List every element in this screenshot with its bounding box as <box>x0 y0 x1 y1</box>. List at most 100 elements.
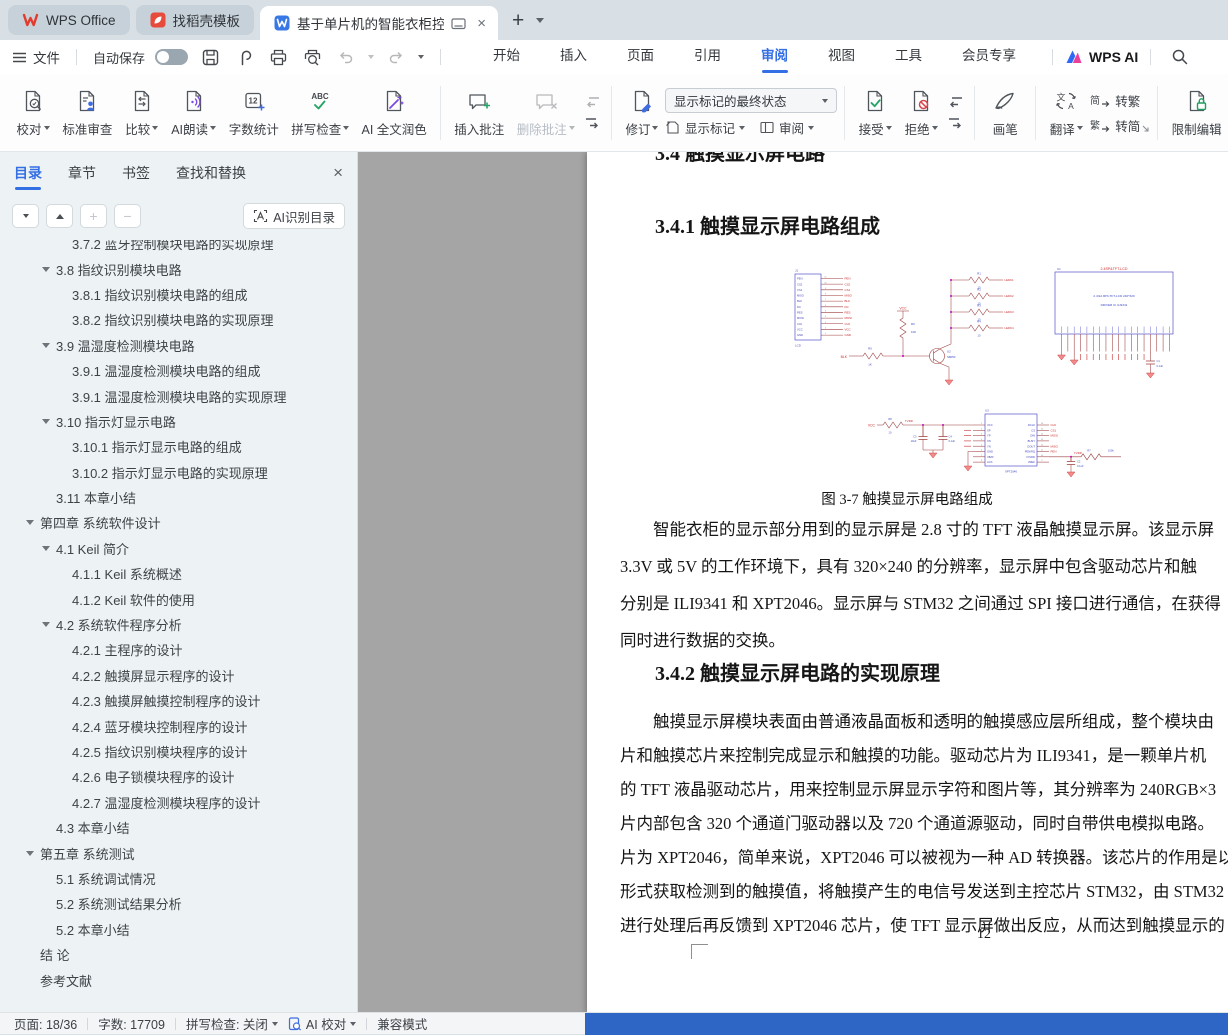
status-page-indicator[interactable]: 页面: 18/36 <box>14 1014 77 1033</box>
save-button[interactable] <box>198 45 222 69</box>
toc-item[interactable]: 5.1 系统调试情况 <box>0 866 357 891</box>
print-preview-button[interactable] <box>300 45 324 69</box>
undo-button[interactable] <box>334 45 358 69</box>
undo-chevron-icon[interactable] <box>368 55 374 59</box>
accept-button[interactable]: 接受 <box>852 84 898 142</box>
translate-button[interactable]: 文A 翻译 <box>1043 84 1089 142</box>
toc-item[interactable]: 5.2 系统测试结果分析 <box>0 891 357 916</box>
toc-item[interactable]: 4.2.7 温湿度检测模块程序的设计 <box>0 790 357 815</box>
delete-comment-button[interactable]: 删除批注 <box>511 84 581 142</box>
zoom-out-button[interactable]: − <box>114 204 141 228</box>
toc-item[interactable]: 3.10.2 指示灯显示电路的实现原理 <box>0 460 357 485</box>
search-button[interactable] <box>1171 48 1189 66</box>
toc-item[interactable]: 参考文献 <box>0 967 357 992</box>
previous-comment-button[interactable] <box>584 96 601 109</box>
toc-item[interactable]: 4.2.6 电子锁模块程序的设计 <box>0 764 357 789</box>
review-pane-button[interactable]: 审阅 <box>759 118 814 137</box>
menu-tab-4[interactable]: 审阅 <box>741 40 808 74</box>
toc-item[interactable]: 3.10 指示灯显示电路 <box>0 409 357 434</box>
next-revision-button[interactable] <box>947 117 964 130</box>
file-menu[interactable]: 文件 <box>12 47 60 67</box>
toc-item[interactable]: 4.1.1 Keil 系统概述 <box>0 561 357 586</box>
toc-item[interactable]: 3.8 指纹识别模块电路 <box>0 256 357 281</box>
to-simplified-button[interactable]: 繁 转简 <box>1089 116 1140 135</box>
autosave-toggle[interactable] <box>155 49 188 65</box>
toc-item[interactable]: 3.9.1 温湿度检测模块电路的组成 <box>0 358 357 383</box>
toc-item[interactable]: 4.2.1 主程序的设计 <box>0 637 357 662</box>
next-comment-button[interactable] <box>584 117 601 130</box>
collapse-triangle-icon[interactable] <box>42 343 56 348</box>
expand-all-button[interactable] <box>46 204 73 228</box>
sidebar-tab-3[interactable]: 查找和替换 <box>176 152 246 196</box>
status-compat-mode[interactable]: 兼容模式 <box>377 1014 427 1033</box>
ink-brush-button[interactable]: 画笔 <box>982 84 1028 142</box>
collapse-all-button[interactable] <box>12 204 39 228</box>
menu-tab-1[interactable]: 插入 <box>540 40 607 74</box>
close-tab-icon[interactable]: × <box>473 16 490 31</box>
proofread-button[interactable]: 校对 <box>10 84 56 142</box>
word-count-button[interactable]: 12 字数统计 <box>222 84 285 142</box>
toc-item[interactable]: 4.2.4 蓝牙模块控制程序的设计 <box>0 713 357 738</box>
track-changes-button[interactable]: 修订 <box>619 84 665 142</box>
toc-item[interactable]: 4.1 Keil 简介 <box>0 536 357 561</box>
insert-comment-button[interactable]: 插入批注 <box>448 84 511 142</box>
ai-read-button[interactable]: AI朗读 <box>165 84 223 142</box>
print-button[interactable] <box>266 45 290 69</box>
zoom-in-button[interactable]: + <box>80 204 107 228</box>
sidebar-tab-2[interactable]: 书签 <box>122 152 150 196</box>
export-button[interactable] <box>232 45 256 69</box>
toc-item[interactable]: 4.1.2 Keil 软件的使用 <box>0 586 357 611</box>
toc-item[interactable]: 3.9 温湿度检测模块电路 <box>0 333 357 358</box>
document-canvas[interactable]: 3.4 触摸显示屏电路 3.4.1 触摸显示屏电路组成 J1 PEN11PENC… <box>358 152 1228 1012</box>
to-traditional-button[interactable]: 简 转繁 <box>1089 91 1140 110</box>
toc-item[interactable]: 3.10.1 指示灯显示电路的组成 <box>0 434 357 459</box>
redo-button[interactable] <box>384 45 408 69</box>
toc-item[interactable]: 4.2.3 触摸屏触摸控制程序的设计 <box>0 688 357 713</box>
collapse-triangle-icon[interactable] <box>26 520 40 525</box>
collapse-triangle-icon[interactable] <box>42 546 56 551</box>
menu-tab-2[interactable]: 页面 <box>607 40 674 74</box>
collapse-triangle-icon[interactable] <box>42 267 56 272</box>
restrict-editing-button[interactable]: 限制编辑 <box>1165 84 1228 142</box>
toc-item[interactable]: 第五章 系统测试 <box>0 840 357 865</box>
reject-button[interactable]: 拒绝 <box>898 84 944 142</box>
standard-review-button[interactable]: 标准审查 <box>56 84 119 142</box>
toc-item[interactable]: 3.11 本章小结 <box>0 485 357 510</box>
status-word-count[interactable]: 字数: 17709 <box>98 1014 165 1033</box>
tab-document[interactable]: 基于单片机的智能衣柜控制系 × <box>260 6 498 40</box>
close-sidebar-icon[interactable]: × <box>333 164 343 181</box>
sidebar-tab-0[interactable]: 目录 <box>14 152 42 196</box>
document-page[interactable]: 3.4 触摸显示屏电路 3.4.1 触摸显示屏电路组成 J1 PEN11PENC… <box>587 152 1228 1012</box>
tab-docer-templates[interactable]: 找稻壳模板 <box>136 5 255 35</box>
ai-recognize-toc-button[interactable]: AI识别目录 <box>243 203 345 229</box>
menu-tab-6[interactable]: 工具 <box>875 40 942 74</box>
toc-item[interactable]: 结 论 <box>0 942 357 967</box>
redo-chevron-icon[interactable] <box>418 55 424 59</box>
sidebar-tab-1[interactable]: 章节 <box>68 152 96 196</box>
toc-item[interactable]: 4.2 系统软件程序分析 <box>0 612 357 637</box>
compare-button[interactable]: 比较 <box>119 84 165 142</box>
status-ai-proofread[interactable]: AI 校对 <box>288 1014 356 1033</box>
tab-wps-office[interactable]: WPS Office <box>8 5 130 35</box>
toc-item[interactable]: 4.2.5 指纹识别模块程序的设计 <box>0 739 357 764</box>
toc-item[interactable]: 3.7.2 蓝牙控制模块电路的实现原理 <box>0 240 357 256</box>
toc-item[interactable]: 3.9.1 温湿度检测模块电路的实现原理 <box>0 383 357 408</box>
collapse-triangle-icon[interactable] <box>42 419 56 424</box>
toc-item[interactable]: 3.8.1 指纹识别模块电路的组成 <box>0 282 357 307</box>
menu-tab-7[interactable]: 会员专享 <box>942 40 1036 74</box>
spell-check-button[interactable]: ABC 拼写检查 <box>285 84 355 142</box>
previous-revision-button[interactable] <box>947 96 964 109</box>
group-expand-icon[interactable] <box>1141 124 1150 133</box>
toc-item[interactable]: 4.3 本章小结 <box>0 815 357 840</box>
wps-ai-button[interactable]: WPS AI <box>1065 49 1138 65</box>
collapse-triangle-icon[interactable] <box>42 622 56 627</box>
toc-item[interactable]: 5.2 本章小结 <box>0 917 357 942</box>
toc-item[interactable]: 3.8.2 指纹识别模块电路的实现原理 <box>0 307 357 332</box>
menu-tab-0[interactable]: 开始 <box>473 40 540 74</box>
separate-window-icon[interactable] <box>451 17 466 30</box>
collapse-triangle-icon[interactable] <box>26 851 40 856</box>
ai-polish-button[interactable]: AI 全文润色 <box>355 84 432 142</box>
show-markup-button[interactable]: 显示标记 <box>665 118 745 137</box>
markup-state-select[interactable]: 显示标记的最终状态 <box>665 88 837 113</box>
menu-tab-3[interactable]: 引用 <box>674 40 741 74</box>
